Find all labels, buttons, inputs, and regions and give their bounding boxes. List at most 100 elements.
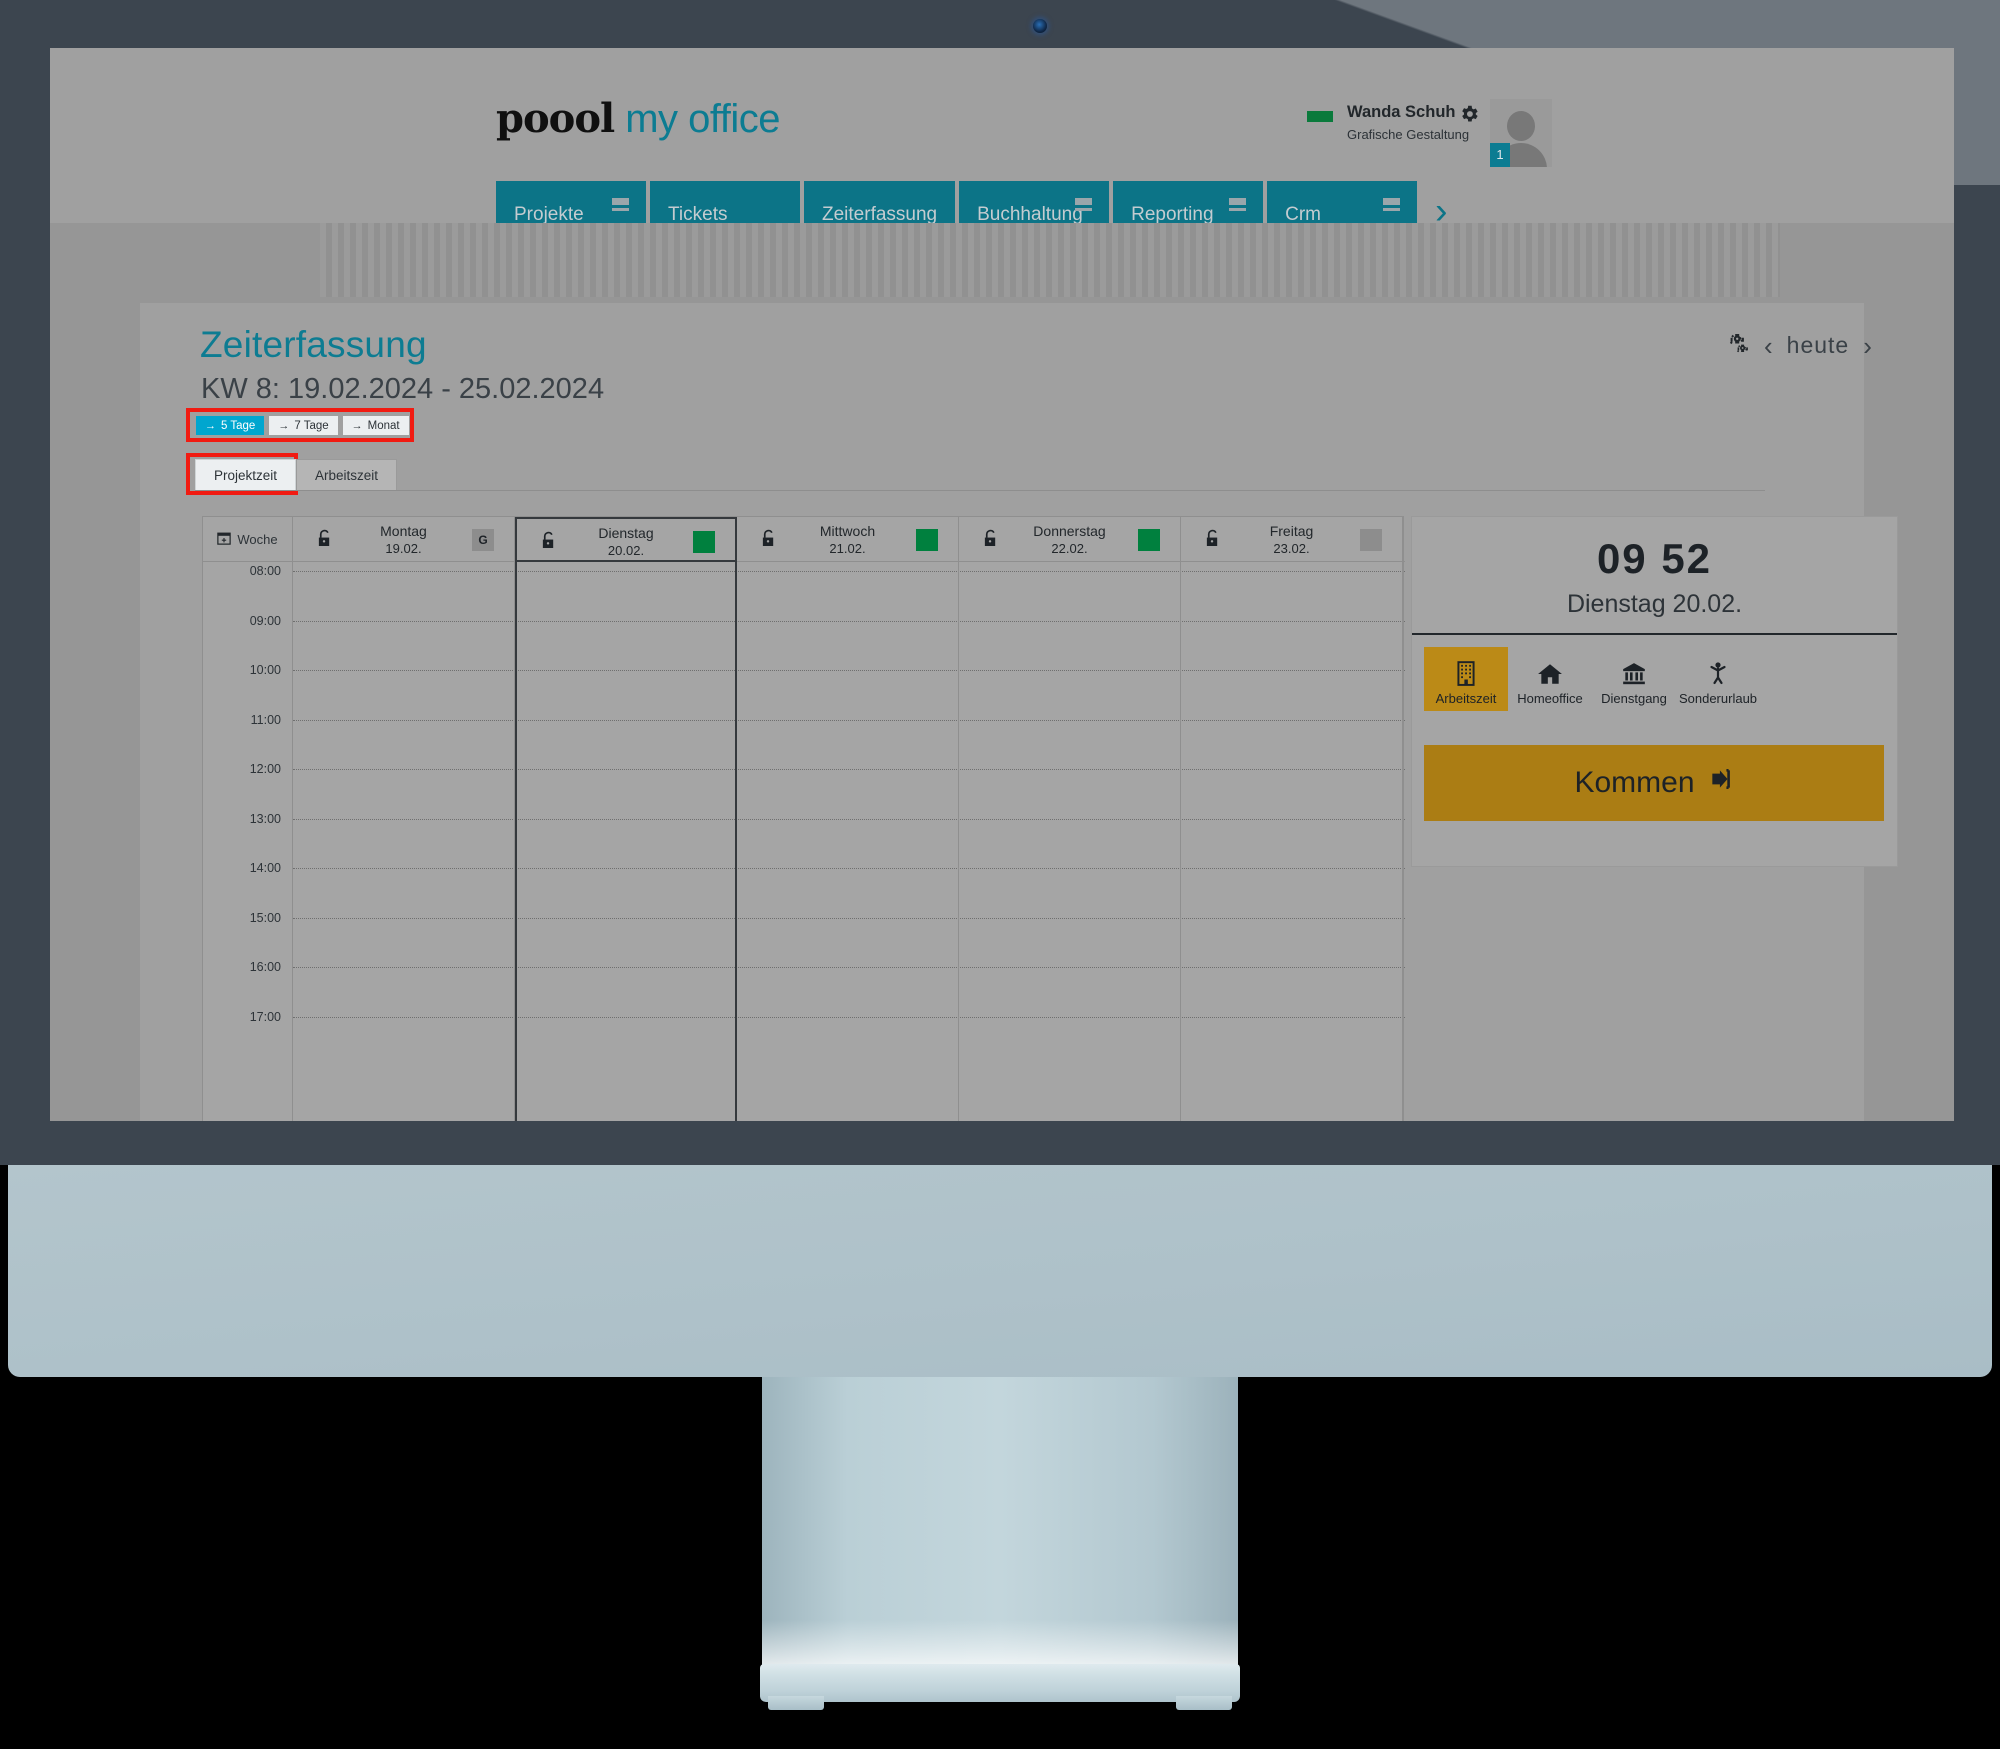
tab-projektzeit[interactable]: Projektzeit xyxy=(195,459,297,491)
house-icon xyxy=(1536,657,1564,687)
logo-secondary-text: my office xyxy=(625,97,781,141)
range-button-7-tage[interactable]: → 7 Tage xyxy=(269,416,338,435)
range-button-monat[interactable]: → Monat xyxy=(342,416,409,435)
gears-icon[interactable] xyxy=(1726,333,1750,358)
webcam-indicator-icon xyxy=(1033,19,1047,33)
menu-icon[interactable] xyxy=(612,198,629,211)
range-button-label: Monat xyxy=(367,419,400,432)
decorative-stripes xyxy=(320,223,1780,297)
time-label: 13:00 xyxy=(249,811,281,826)
arrow-right-icon: → xyxy=(278,419,290,432)
clock-date: Dienstag 20.02. xyxy=(1566,590,1743,618)
day-column-header-freitag[interactable]: Freitag 23.02. xyxy=(1181,517,1403,562)
time-tracking-panel: 09 52 Dienstag 20.02. Arbeitszeit Homeoff… xyxy=(1411,516,1898,867)
next-period-button[interactable]: › xyxy=(1863,333,1872,359)
day-column-montag[interactable] xyxy=(293,562,515,1121)
mode-arbeitszeit[interactable]: Arbeitszeit xyxy=(1424,647,1508,711)
day-status-badge[interactable]: G xyxy=(472,529,494,551)
range-button-5-tage[interactable]: → 5 Tage xyxy=(196,416,265,435)
page-title: Zeiterfassung xyxy=(200,324,427,365)
clock-display: 09 52 Dienstag 20.02. xyxy=(1412,517,1897,635)
day-status-badge[interactable] xyxy=(693,531,715,553)
today-button[interactable]: heute xyxy=(1787,332,1850,359)
avatar[interactable]: 1 xyxy=(1490,99,1552,167)
user-name: Wanda Schuh xyxy=(1347,103,1456,121)
tab-arbeitszeit[interactable]: Arbeitszeit xyxy=(296,459,398,491)
sign-in-arrow-icon xyxy=(1708,766,1734,800)
bank-icon xyxy=(1620,657,1648,687)
app-logo[interactable]: poool my office xyxy=(496,95,781,142)
time-gutter: 08:00 09:00 10:00 11:00 12:00 13:00 14:00 15:00… xyxy=(203,562,293,1121)
day-column-donnerstag[interactable] xyxy=(959,562,1181,1121)
user-info[interactable]: Wanda Schuh Grafische Gestaltung 1 xyxy=(1250,99,1552,178)
day-column-freitag[interactable] xyxy=(1181,562,1403,1121)
prev-period-button[interactable]: ‹ xyxy=(1764,333,1773,359)
day-column-header-dienstag[interactable]: Dienstag 20.02. xyxy=(515,517,737,562)
menu-icon[interactable] xyxy=(1383,198,1401,211)
arrow-right-icon: → xyxy=(205,419,216,432)
mode-label: Dienstgang xyxy=(1601,691,1667,706)
tab-label: Projektzeit xyxy=(214,468,278,483)
day-column-mittwoch[interactable] xyxy=(737,562,959,1121)
day-column-dienstag[interactable] xyxy=(515,562,737,1121)
kommen-button[interactable]: Kommen xyxy=(1424,745,1884,821)
arrow-right-icon: → xyxy=(351,419,363,432)
monitor-stand-foot-right xyxy=(1176,1696,1232,1710)
monitor-stand-foot-left xyxy=(768,1696,824,1710)
mode-selector: Arbeitszeit Homeoffice Dienstgang Sonderurl… xyxy=(1424,647,1760,711)
avatar-head-icon xyxy=(1507,111,1535,141)
calendar-header-row: Woche Montag 19.02. G Dienstag 20.02. Mittwoc… xyxy=(203,517,1405,562)
monitor-frame: poool my office Wanda Schuh Grafische Ges… xyxy=(0,0,2000,1749)
mode-label: Sonderurlaub xyxy=(1678,691,1758,706)
calendar-body: 08:00 09:00 10:00 11:00 12:00 13:00 14:00 15:00… xyxy=(203,562,1405,1121)
time-label: 16:00 xyxy=(249,960,281,974)
mode-label: Arbeitszeit xyxy=(1435,691,1497,706)
mode-label: Homeoffice xyxy=(1517,691,1583,706)
page-subtitle-week-range: KW 8: 19.02.2024 - 25.02.2024 xyxy=(201,373,605,405)
tabs-underline xyxy=(195,490,1765,491)
time-label: 15:00 xyxy=(249,910,281,925)
clock-time: 09 52 xyxy=(1596,535,1713,582)
calendar-day-grid[interactable] xyxy=(293,562,1405,1121)
monitor-body xyxy=(8,1165,1992,1377)
app-header: poool my office Wanda Schuh Grafische Ges… xyxy=(50,48,1954,247)
week-column-label: Woche xyxy=(237,532,278,547)
time-label: 12:00 xyxy=(249,762,281,776)
time-label: 11:00 xyxy=(250,712,281,727)
day-status-badge[interactable] xyxy=(1360,529,1382,551)
range-tab-group: → 5 Tage → 7 Tage → Monat xyxy=(196,416,414,435)
calendar-icon xyxy=(217,531,232,548)
time-label: 09:00 xyxy=(249,613,281,628)
range-button-label: 5 Tage xyxy=(221,419,256,432)
time-label: 17:00 xyxy=(249,1009,281,1024)
day-column-header-montag[interactable]: Montag 19.02. G xyxy=(293,517,515,562)
time-label: 10:00 xyxy=(249,663,281,677)
avatar-notification-badge: 1 xyxy=(1490,143,1510,167)
screen: poool my office Wanda Schuh Grafische Ges… xyxy=(50,48,1954,1121)
person-arms-up-icon xyxy=(1706,657,1730,687)
mode-homeoffice[interactable]: Homeoffice xyxy=(1508,647,1592,711)
calendar-grid: Woche Montag 19.02. G Dienstag 20.02. Mittwoc… xyxy=(202,516,1405,1121)
range-button-label: 7 Tage xyxy=(294,419,329,432)
monitor-stand-base xyxy=(760,1664,1240,1702)
user-role: Grafische Gestaltung xyxy=(1347,127,1470,142)
menu-icon[interactable] xyxy=(1075,198,1093,211)
view-tab-group: Projektzeit Arbeitszeit xyxy=(195,459,398,491)
mode-sonderurlaub[interactable]: Sonderurlaub xyxy=(1676,647,1760,711)
kommen-button-label: Kommen xyxy=(1574,766,1695,799)
header-tools: ‹ heute › xyxy=(1726,332,1872,359)
gear-icon[interactable] xyxy=(1458,103,1480,125)
user-status-indicator xyxy=(1307,111,1333,122)
day-status-badge[interactable] xyxy=(916,529,938,551)
menu-icon[interactable] xyxy=(1229,198,1247,211)
week-column-header[interactable]: Woche xyxy=(203,517,293,562)
mode-dienstgang[interactable]: Dienstgang xyxy=(1592,647,1676,711)
logo-primary-text: poool xyxy=(496,95,615,142)
office-building-icon xyxy=(1453,657,1479,687)
time-label: 08:00 xyxy=(249,564,281,578)
tab-label: Arbeitszeit xyxy=(315,468,379,483)
day-column-header-donnerstag[interactable]: Donnerstag 22.02. xyxy=(959,517,1181,562)
day-column-header-mittwoch[interactable]: Mittwoch 21.02. xyxy=(737,517,959,562)
day-status-badge[interactable] xyxy=(1138,529,1160,551)
time-label: 14:00 xyxy=(249,861,281,875)
